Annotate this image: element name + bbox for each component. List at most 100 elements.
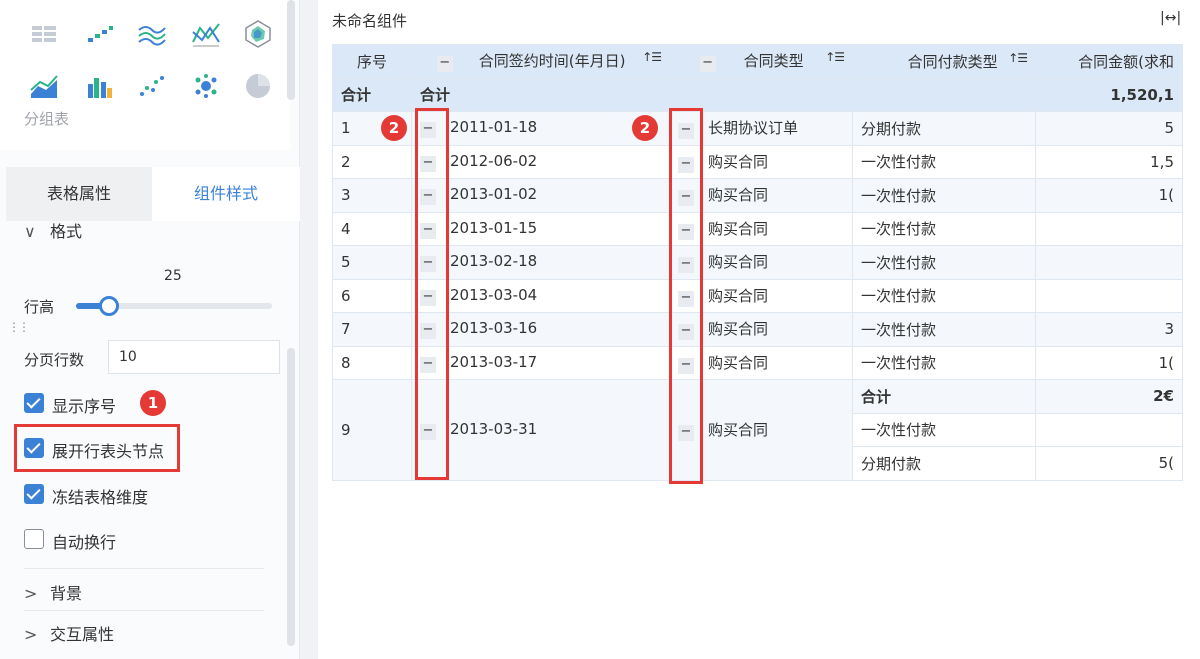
cell-amount: 1( — [1035, 178, 1183, 213]
cell-amount: 5 — [1035, 111, 1183, 146]
component-canvas: 未命名组件 |↔| 序号 − 合同签约时间(年月日) ↑☰ − 合同类型 ↑☰ 合同付款… — [318, 0, 1200, 659]
table-row: 7−2013-03-16− 购买合同 一次性付款 3 — [332, 312, 1183, 347]
scatter-icon[interactable] — [136, 70, 168, 102]
cell-seq: 9 — [332, 379, 412, 481]
cell-pay: 一次性付款 — [852, 178, 1036, 213]
format-section-label: 格式 — [50, 222, 83, 241]
freeze-dimension-checkbox[interactable] — [24, 484, 44, 504]
header-type-label: 合同类型 — [743, 52, 804, 71]
cell-type-value: 购买合同 — [708, 420, 769, 439]
table-row: 4−2013-01-15− 购买合同 一次性付款 — [332, 211, 1183, 246]
table-row: 3−2013-01-02− 购买合同 一次性付款 1( — [332, 178, 1183, 213]
interaction-section-header[interactable]: > 交互属性 — [24, 621, 114, 645]
cell-type-value: 长期协议订单 — [708, 119, 799, 138]
cell-date-value: 2013-02-18 — [450, 252, 538, 271]
total-label: 合计 — [411, 77, 1036, 112]
palette-scrollbar[interactable] — [287, 0, 295, 100]
cell-type-value: 购买合同 — [708, 286, 769, 305]
bubble-icon[interactable] — [190, 70, 222, 102]
cell-seq: 6 — [332, 278, 412, 313]
cell-pay: 一次性付款 — [852, 245, 1036, 280]
cell-date-value: 2013-03-17 — [450, 352, 538, 371]
cell-date-value: 2013-03-16 — [450, 319, 538, 338]
format-section-header[interactable]: ∨ 格式 — [24, 218, 82, 242]
cell-amount — [1035, 278, 1183, 313]
header-seq: 序号 — [332, 44, 412, 79]
highlight-box — [669, 108, 703, 484]
annotation-badge-2: 2 — [632, 115, 658, 141]
annotation-badge-2: 2 — [381, 115, 407, 141]
pie-icon[interactable] — [242, 70, 274, 102]
header-type[interactable]: − 合同类型 ↑☰ — [669, 44, 853, 79]
cell-date-value: 2013-01-15 — [450, 218, 538, 237]
show-seq-checkbox[interactable] — [24, 393, 44, 413]
chevron-down-icon: ∨ — [24, 222, 36, 241]
cell-date-value: 2013-03-04 — [450, 285, 538, 304]
stacked-line-icon[interactable] — [136, 18, 168, 50]
cell-type-value: 购买合同 — [708, 253, 769, 272]
grand-total-value: 1,520,1 — [1035, 77, 1183, 112]
cell-pay: 一次性付款 — [852, 144, 1036, 179]
sort-icon[interactable]: ↑☰ — [1008, 51, 1028, 65]
expand-width-icon[interactable]: |↔| — [1160, 10, 1181, 26]
table-row: 9−2013-03-31− 购买合同 合计 2€ — [332, 379, 1183, 481]
annotation-badge-1: 1 — [140, 390, 166, 416]
cell-seq: 3 — [332, 178, 412, 213]
sort-icon[interactable]: ↑☰ — [642, 50, 662, 64]
chevron-right-icon: > — [24, 584, 38, 603]
radar-icon[interactable] — [242, 18, 274, 50]
page-rows-label: 分页行数 — [24, 351, 85, 369]
cell-date-value: 2013-03-31 — [450, 419, 538, 438]
total-label: 合计 — [332, 77, 412, 112]
cell-date: −2013-03-04 — [411, 278, 670, 313]
cell-amount: 1,5 — [1035, 144, 1183, 179]
table-row: 1−2011-01-18− 长期协议订单 分期付款 5 — [332, 111, 1183, 146]
header-pay-label: 合同付款类型 — [907, 52, 998, 71]
background-section-header[interactable]: > 背景 — [24, 580, 82, 604]
table-row: 8−2013-03-17− 购买合同 一次性付款 1( — [332, 345, 1183, 380]
cell-pay: 一次性付款 — [852, 345, 1036, 380]
area-icon[interactable] — [28, 70, 60, 102]
cell-date: −2013-03-31 — [411, 379, 670, 481]
cell-seq: 5 — [332, 245, 412, 280]
chart-type-palette: 分组表 — [0, 0, 290, 150]
header-date[interactable]: − 合同签约时间(年月日) ↑☰ — [411, 44, 670, 79]
left-panel: 分组表 表格属性 组件样式 ∨ 格式 25 行高 ⋮⋮ 分页行数 10 显示序号 … — [0, 0, 300, 659]
cell-date: −2013-03-17 — [411, 345, 670, 380]
group-table-icon[interactable] — [28, 18, 60, 50]
page-rows-input[interactable]: 10 — [108, 340, 280, 374]
row-height-slider-handle[interactable] — [99, 296, 120, 316]
tab-component-style[interactable]: 组件样式 — [152, 167, 300, 221]
interaction-section-label: 交互属性 — [50, 625, 115, 644]
cell-amount: 1( — [1035, 345, 1183, 380]
show-seq-label: 显示序号 — [52, 397, 117, 416]
group-table: 序号 − 合同签约时间(年月日) ↑☰ − 合同类型 ↑☰ 合同付款类型 ↑☰ 合同金额(… — [332, 44, 1183, 481]
cell-amount: 5( — [1035, 446, 1183, 481]
cell-amount — [1035, 211, 1183, 246]
auto-wrap-label: 自动换行 — [52, 533, 117, 552]
multi-line-icon[interactable] — [190, 18, 222, 50]
collapse-icon[interactable]: − — [699, 56, 716, 73]
cell-amount: 3 — [1035, 312, 1183, 347]
auto-wrap-checkbox[interactable] — [24, 529, 44, 549]
cell-date-value: 2011-01-18 — [450, 118, 538, 137]
cell-type-value: 购买合同 — [708, 353, 769, 372]
expand-row-header-checkbox[interactable] — [24, 438, 44, 458]
panel-scrollbar[interactable] — [287, 348, 295, 646]
table-row-total: 合计 合计 1,520,1 — [332, 77, 1183, 112]
drag-handle-icon[interactable]: ⋮⋮ — [8, 320, 30, 334]
header-pay[interactable]: 合同付款类型 ↑☰ — [852, 44, 1036, 79]
collapse-icon[interactable]: − — [436, 56, 453, 73]
header-amount[interactable]: 合同金额(求和 — [1035, 44, 1183, 79]
tab-table-properties[interactable]: 表格属性 — [6, 167, 152, 221]
component-title: 未命名组件 — [332, 12, 408, 30]
sort-icon[interactable]: ↑☰ — [825, 50, 845, 64]
row-height-slider[interactable] — [76, 296, 272, 316]
multi-bar-icon[interactable] — [84, 70, 116, 102]
cell-date: −2012-06-02 — [411, 144, 670, 179]
background-section-label: 背景 — [50, 584, 83, 603]
cell-date: −2013-01-15 — [411, 211, 670, 246]
scatter-stair-icon[interactable] — [84, 18, 116, 50]
row-height-label: 行高 — [24, 298, 55, 316]
table-row: 5−2013-02-18− 购买合同 一次性付款 — [332, 245, 1183, 280]
